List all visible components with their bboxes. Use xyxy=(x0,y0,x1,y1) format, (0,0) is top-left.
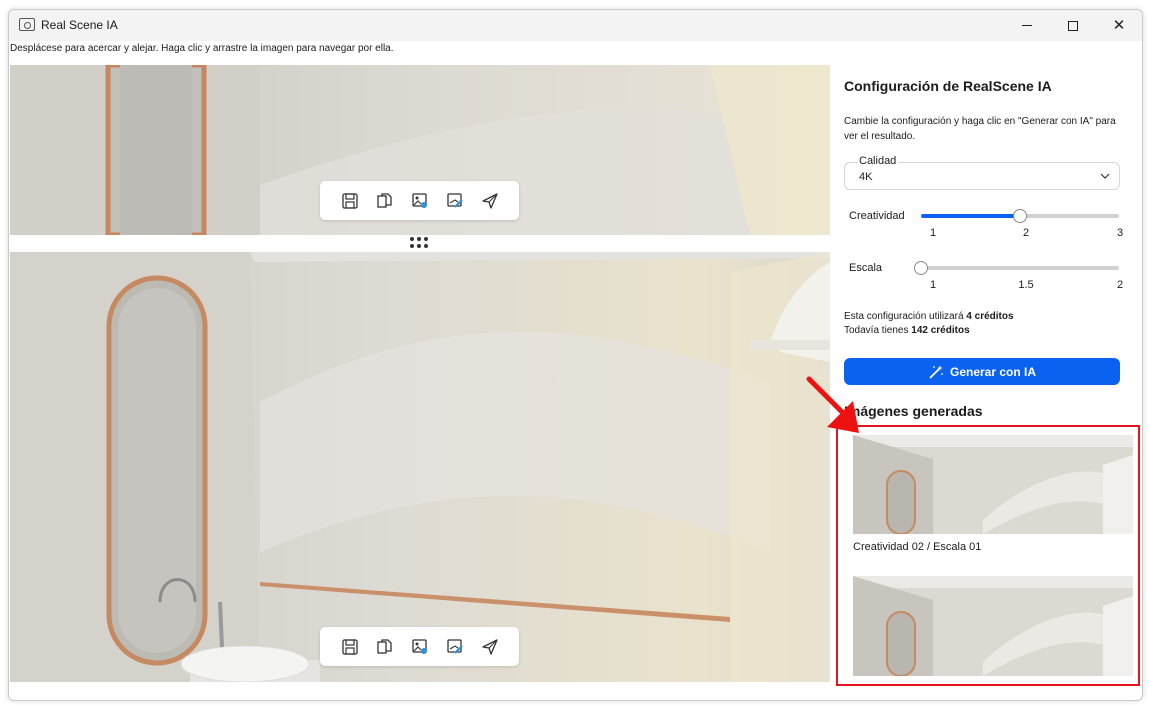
maximize-icon xyxy=(1068,20,1078,31)
title-bar[interactable]: Real Scene IA ✕ xyxy=(9,10,1142,41)
magic-wand-icon xyxy=(929,364,943,379)
camera-icon xyxy=(19,18,35,31)
window-title: Real Scene IA xyxy=(41,18,118,32)
creativity-tick: 2 xyxy=(1022,227,1030,239)
instructions-text: Desplácese para acercar y alejar. Haga c… xyxy=(10,43,394,54)
send-button[interactable] xyxy=(478,189,502,213)
creativity-slider[interactable] xyxy=(921,209,1119,223)
annotation-arrow-icon xyxy=(806,376,859,433)
close-icon: ✕ xyxy=(1112,17,1126,34)
minimize-icon xyxy=(1022,25,1032,26)
credits-remaining-value: 142 créditos xyxy=(911,325,970,336)
image-toolbar-bottom xyxy=(320,627,519,666)
grip-dot xyxy=(417,244,421,248)
credits-remaining-line: Todavía tienes 142 créditos xyxy=(844,325,970,336)
credits-usage-line: Esta configuración utilizará 4 créditos xyxy=(844,311,1014,322)
quality-select[interactable]: Calidad 4K xyxy=(844,155,1120,190)
creativity-slider-fill xyxy=(921,214,1020,218)
copy-button[interactable] xyxy=(373,635,397,659)
generate-button-label: Generar con IA xyxy=(949,364,1037,379)
creativity-label: Creatividad xyxy=(849,210,905,222)
scale-slider[interactable] xyxy=(914,261,1119,275)
minimize-button[interactable] xyxy=(1004,10,1050,41)
image-settings-icon xyxy=(411,192,427,208)
quality-value: 4K xyxy=(859,171,873,183)
credits-usage-value: 4 créditos xyxy=(966,311,1014,322)
edit-image-icon xyxy=(446,638,463,654)
save-icon xyxy=(341,638,358,655)
image-settings-button[interactable] xyxy=(408,635,432,659)
scale-tick: 1.5 xyxy=(1018,279,1034,291)
send-icon xyxy=(481,192,498,209)
generate-with-ai-button[interactable]: Generar con IA xyxy=(844,358,1120,385)
generated-images-highlight xyxy=(836,425,1140,686)
grip-dot xyxy=(424,244,428,248)
creativity-tick: 1 xyxy=(929,227,937,239)
panel-title: Configuración de RealScene IA xyxy=(844,78,1052,94)
bathroom-generated-image xyxy=(10,252,830,682)
chevron-down-icon xyxy=(1100,173,1110,179)
grip-dot xyxy=(410,237,414,241)
image-settings-button[interactable] xyxy=(408,189,432,213)
panel-description: Cambie la configuración y haga clic en "… xyxy=(844,116,1116,142)
save-icon xyxy=(341,192,358,209)
send-button[interactable] xyxy=(478,635,502,659)
save-button[interactable] xyxy=(338,189,362,213)
save-button[interactable] xyxy=(338,635,362,659)
scale-slider-thumb[interactable] xyxy=(914,261,928,275)
copy-icon xyxy=(376,192,392,208)
copy-icon xyxy=(376,638,392,654)
grip-dot xyxy=(417,237,421,241)
scale-tick: 2 xyxy=(1116,279,1124,291)
image-toolbar-top xyxy=(320,181,519,220)
image-settings-icon xyxy=(411,638,427,654)
grip-dot xyxy=(424,237,428,241)
grip-dot xyxy=(410,244,414,248)
maximize-button[interactable] xyxy=(1050,10,1096,41)
view-splitter-handle[interactable] xyxy=(408,236,430,250)
creativity-slider-thumb[interactable] xyxy=(1013,209,1027,223)
send-icon xyxy=(481,638,498,655)
edit-image-button[interactable] xyxy=(443,635,467,659)
scale-tick: 1 xyxy=(929,279,937,291)
edit-image-button[interactable] xyxy=(443,189,467,213)
quality-label: Calidad xyxy=(857,155,899,167)
copy-button[interactable] xyxy=(373,189,397,213)
generated-image-view[interactable] xyxy=(10,252,830,682)
close-button[interactable]: ✕ xyxy=(1096,10,1142,41)
creativity-tick: 3 xyxy=(1116,227,1124,239)
scale-label: Escala xyxy=(849,262,883,274)
edit-image-icon xyxy=(446,192,463,208)
credits-info: Esta configuración utilizará 4 créditos … xyxy=(844,310,1014,338)
